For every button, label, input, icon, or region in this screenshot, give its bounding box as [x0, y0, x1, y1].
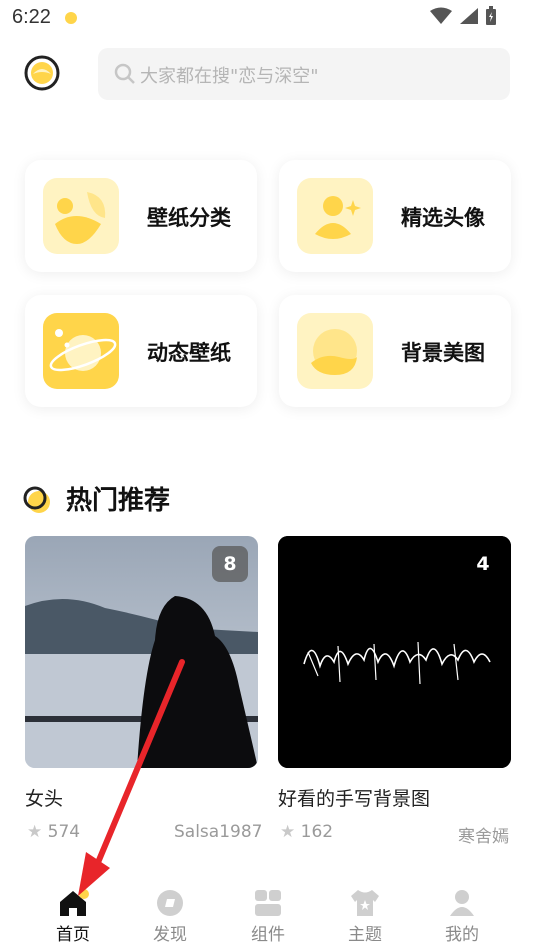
profile-icon — [450, 890, 474, 916]
discover-icon — [157, 890, 183, 916]
battery-icon — [486, 6, 496, 25]
likes-count: 574 — [47, 822, 81, 842]
image-count-badge: 8 — [212, 546, 248, 582]
home-icon — [60, 889, 89, 916]
wifi-icon — [430, 7, 452, 24]
tab-label: 主题 — [348, 925, 382, 945]
post-title[interactable]: 好看的手写背景图 — [278, 784, 430, 811]
star-icon: ★ — [27, 822, 43, 842]
category-label: 动态壁纸 — [147, 341, 231, 365]
post-likes: ★ 162 — [280, 822, 333, 842]
tab-label: 首页 — [56, 925, 90, 945]
post-title[interactable]: 女头 — [25, 784, 63, 811]
status-time: 6:22 — [12, 6, 51, 28]
status-icons — [429, 6, 497, 26]
category-card-avatar[interactable]: 精选头像 — [279, 160, 511, 272]
avatar-icon — [297, 178, 373, 254]
category-card-background[interactable]: 背景美图 — [279, 295, 511, 407]
category-card-wallpaper[interactable]: 壁纸分类 — [25, 160, 257, 272]
star-icon: ★ — [280, 822, 296, 842]
theme-shirt-icon — [351, 890, 379, 916]
bottom-tab-bar: 首页 发现 组件 主题 我的 — [0, 878, 535, 951]
post-thumbnail[interactable]: 8 — [25, 536, 258, 768]
tab-label: 我的 — [445, 925, 479, 945]
app-logo[interactable] — [23, 54, 61, 92]
post-thumbnail[interactable]: 4 — [278, 536, 511, 768]
planet-icon — [43, 313, 119, 389]
section-title: 热门推荐 — [66, 486, 171, 516]
tab-profile[interactable]: 我的 — [422, 878, 502, 951]
category-label: 壁纸分类 — [147, 206, 231, 230]
tab-home[interactable]: 首页 — [33, 878, 113, 951]
search-placeholder: 大家都在搜"恋与深空" — [140, 66, 319, 87]
tab-discover[interactable]: 发现 — [130, 878, 210, 951]
status-bar: 6:22 — [0, 0, 535, 36]
category-label: 精选头像 — [401, 206, 485, 230]
annotation-arrow — [78, 659, 185, 896]
post-author[interactable]: 寒舍嫣 — [458, 822, 509, 847]
image-count-badge: 4 — [476, 553, 490, 575]
tab-theme[interactable]: 主题 — [325, 878, 405, 951]
widgets-icon — [255, 890, 281, 916]
category-label: 背景美图 — [401, 341, 485, 365]
search-bar[interactable]: 大家都在搜"恋与深空" — [98, 48, 510, 100]
category-card-live-wallpaper[interactable]: 动态壁纸 — [25, 295, 257, 407]
section-title-icon — [22, 485, 52, 519]
post-author[interactable]: Salsa1987 — [174, 822, 262, 842]
tab-label: 发现 — [153, 925, 187, 945]
chat-bubble-icon — [297, 313, 373, 389]
post-likes: ★ 574 — [27, 822, 80, 842]
search-icon — [114, 63, 136, 89]
weather-sun-icon — [64, 10, 78, 29]
signal-icon — [460, 8, 478, 24]
tab-label: 组件 — [251, 925, 285, 945]
wallpaper-category-icon — [43, 178, 119, 254]
tab-widgets[interactable]: 组件 — [228, 878, 308, 951]
likes-count: 162 — [300, 822, 334, 842]
